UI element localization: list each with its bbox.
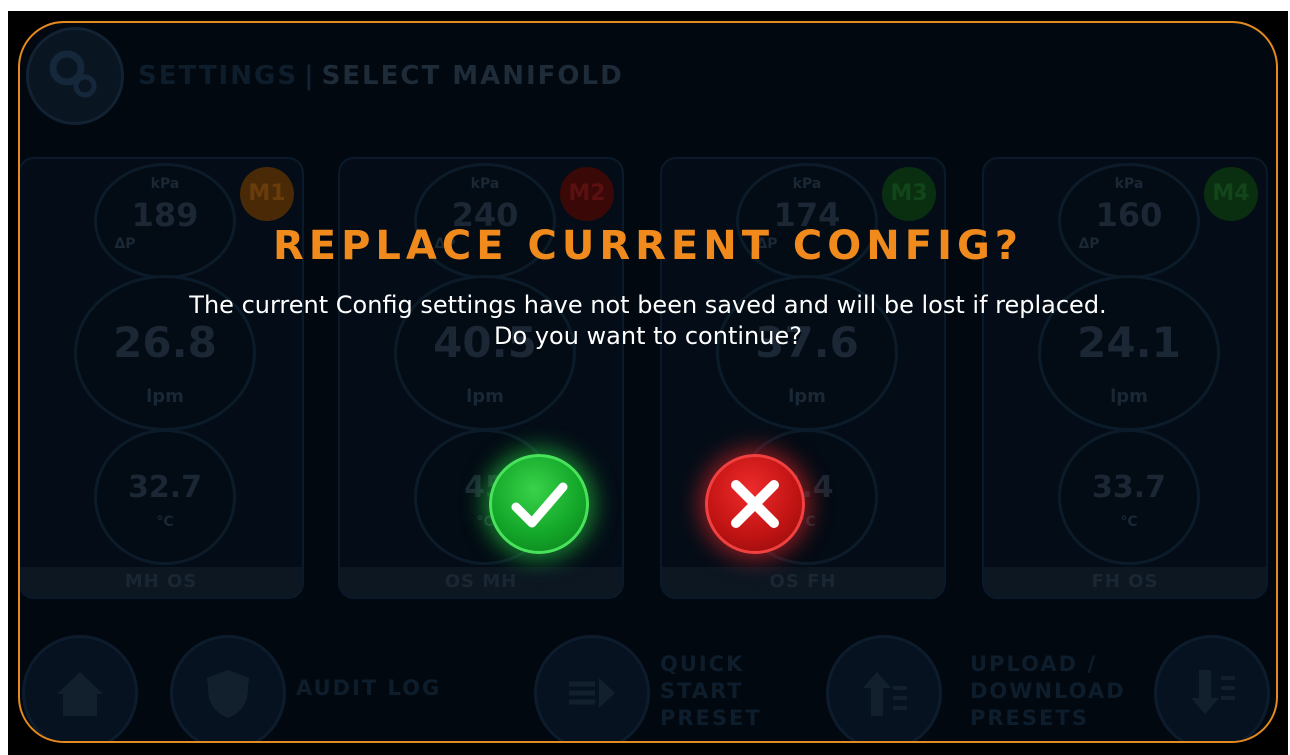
settings-gear-button[interactable] [26,27,124,125]
device-screen: SETTINGS | SELECT MANIFOLD M1 kPa 189 ΔP 2… [8,11,1288,755]
dimmed-background: SETTINGS | SELECT MANIFOLD M1 kPa 189 ΔP 2… [20,23,1276,741]
quick-start-line2: START [660,679,744,703]
dialog-message-line2: Do you want to continue? [494,322,802,350]
dialog-message: The current Config settings have not bee… [8,290,1288,352]
quick-start-preset-label[interactable]: QUICK START PRESET [660,651,762,732]
manifold-badge: M2 [560,167,614,221]
header-section: SETTINGS [138,61,299,91]
flow-unit: lpm [466,386,504,407]
audit-log-button[interactable] [170,635,286,741]
upload-download-line2: DOWNLOAD [970,679,1126,703]
upload-download-presets-label[interactable]: UPLOAD / DOWNLOAD PRESETS [970,651,1126,732]
manifold-name: MH OS [20,567,302,597]
audit-log-label[interactable]: AUDIT LOG [296,675,441,702]
quick-start-line3: PRESET [660,706,762,730]
pressure-unit: kPa [470,176,500,192]
confirm-button[interactable] [489,454,589,554]
manifold-badge: M3 [882,167,936,221]
flow-unit: lpm [1110,386,1148,407]
header-separator: | [304,61,316,91]
home-icon [57,672,103,716]
temperature-value: 33.7 [1091,470,1167,505]
temperature-dial: 33.7 °C [1058,429,1200,565]
temperature-value: 32.7 [127,470,203,505]
manifold-name: FH OS [984,567,1266,597]
upload-icon [863,672,907,716]
upload-preset-button[interactable] [826,635,942,741]
dialog-message-line1: The current Config settings have not bee… [189,291,1107,319]
arrow-right-icon [569,678,615,708]
device-frame: SETTINGS | SELECT MANIFOLD M1 kPa 189 ΔP 2… [18,21,1278,743]
home-button[interactable] [22,635,138,741]
manifold-badge: M4 [1204,167,1258,221]
pressure-unit: kPa [1114,176,1144,192]
temperature-unit: °C [156,514,174,530]
quick-start-line1: QUICK [660,652,745,676]
upload-download-line3: PRESETS [970,706,1089,730]
quick-start-preset-button[interactable] [534,635,650,741]
header-title: SETTINGS | SELECT MANIFOLD [138,61,624,91]
shield-document-icon [207,670,249,718]
cancel-button[interactable] [705,454,805,554]
gear-icon [49,50,97,98]
manifold-name: OS MH [340,567,622,597]
pressure-unit: kPa [792,176,822,192]
header-page: SELECT MANIFOLD [321,61,624,91]
manifold-name: OS FH [662,567,944,597]
temperature-dial: 32.7 °C [94,429,236,565]
flow-unit: lpm [146,386,184,407]
pressure-unit: kPa [150,176,180,192]
checkmark-icon [511,482,568,528]
upload-download-line1: UPLOAD / [970,652,1098,676]
download-icon [1191,670,1235,714]
x-icon [731,480,779,528]
dialog-title: REPLACE CURRENT CONFIG? [272,223,1024,269]
temperature-unit: °C [1120,514,1138,530]
flow-unit: lpm [788,386,826,407]
manifold-badge: M1 [240,167,294,221]
download-preset-button[interactable] [1154,635,1270,741]
